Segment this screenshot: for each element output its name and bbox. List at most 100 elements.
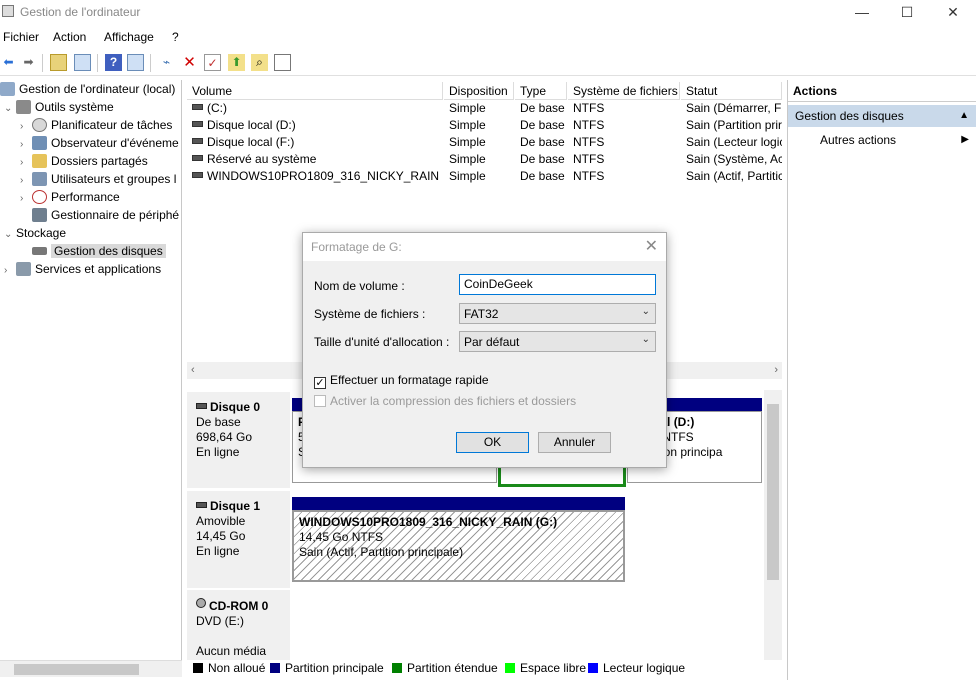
back-arrow-icon[interactable]: ⬅ <box>0 54 17 71</box>
tree-item-task-scheduler[interactable]: › Planificateur de tâches <box>20 116 172 134</box>
column-volume[interactable]: Volume <box>187 82 443 100</box>
quick-format-checkbox[interactable]: ✓ Effectuer un formatage rapide <box>314 373 489 389</box>
computer-management-icon <box>2 5 14 17</box>
collapse-icon[interactable]: ▲ <box>959 105 969 127</box>
tree-item-disk-management[interactable]: Gestion des disques <box>20 242 166 260</box>
disk-0-label[interactable]: Disque 0 De base 698,64 Go En ligne <box>187 392 290 488</box>
clock-icon <box>32 118 47 132</box>
users-icon <box>32 172 47 186</box>
volume-name-label: Nom de volume : <box>314 279 405 293</box>
tree-item-system-tools[interactable]: ⌄ Outils système <box>4 98 114 116</box>
legend-extended-partition: Partition étendue <box>392 661 498 675</box>
tools-icon <box>16 100 31 114</box>
export-icon[interactable]: ⬆ <box>228 54 245 71</box>
tree-item-device-manager[interactable]: Gestionnaire de périphé <box>20 206 179 224</box>
column-type[interactable]: Type <box>515 82 567 100</box>
window-title: Gestion de l'ordinateur <box>20 5 141 19</box>
up-folder-icon[interactable] <box>50 54 67 71</box>
disk-1-label[interactable]: Disque 1 Amovible 14,45 Go En ligne <box>187 491 290 588</box>
device-manager-icon <box>32 208 47 222</box>
menu-fichier[interactable]: Fichier <box>3 30 39 44</box>
chevron-down-icon: ⌄ <box>641 334 650 345</box>
tree-item-services-applications[interactable]: › Services et applications <box>4 260 161 278</box>
volume-icon <box>192 172 203 178</box>
ok-button[interactable]: OK <box>456 432 529 453</box>
expand-icon[interactable]: › <box>4 262 16 280</box>
menu-action[interactable]: Action <box>53 30 86 44</box>
performance-icon <box>32 190 47 204</box>
tree-item-users-groups[interactable]: › Utilisateurs et groupes l <box>20 170 176 188</box>
search-icon[interactable]: ⌕ <box>251 54 268 71</box>
tree-item-shared-folders[interactable]: › Dossiers partagés <box>20 152 148 170</box>
shared-folder-icon <box>32 154 47 168</box>
table-row[interactable]: Disque local (D:) <box>187 117 443 134</box>
cancel-button[interactable]: Annuler <box>538 432 611 453</box>
legend-unallocated: Non alloué <box>193 661 265 675</box>
scroll-left-icon[interactable]: ‹ <box>191 364 195 376</box>
column-status[interactable]: Statut <box>681 82 782 100</box>
dialog-title: Formatage de G: <box>303 233 666 261</box>
tree-item-performance[interactable]: › Performance <box>20 188 120 206</box>
volume-name-input[interactable]: CoinDeGeek <box>459 274 656 295</box>
column-disposition[interactable]: Disposition <box>444 82 514 100</box>
volume-icon <box>192 104 203 110</box>
checkmark-icon[interactable]: ✓ <box>314 377 326 389</box>
computer-icon <box>0 82 15 96</box>
volume-icon <box>192 155 203 161</box>
tree-item-storage[interactable]: ⌄ Stockage <box>4 224 66 242</box>
legend-free-space: Espace libre <box>505 661 586 675</box>
column-filesystem[interactable]: Système de fichiers <box>568 82 680 100</box>
disk-view-vertical-scrollbar[interactable] <box>764 390 782 660</box>
disk-list-icon[interactable] <box>274 54 291 71</box>
chevron-down-icon: ⌄ <box>641 306 650 317</box>
filesystem-label: Système de fichiers : <box>314 307 426 321</box>
event-viewer-icon <box>32 136 47 150</box>
navigation-tree: Gestion de l'ordinateur (local) ⌄ Outils … <box>0 80 182 660</box>
legend-primary-partition: Partition principale <box>270 661 384 675</box>
services-icon <box>16 262 31 276</box>
actions-section-disk-management[interactable]: Gestion des disques ▲ <box>788 105 976 127</box>
legend-logical-drive: Lecteur logique <box>588 661 685 675</box>
check-properties-icon[interactable]: ✓ <box>204 54 221 71</box>
close-button[interactable]: ✕ <box>943 3 963 21</box>
connect-icon[interactable]: ⌁ <box>158 54 175 71</box>
actions-pane: Actions Gestion des disques ▲ Autres act… <box>787 80 976 680</box>
disk-icon <box>196 403 207 409</box>
cdrom-label[interactable]: CD-ROM 0 DVD (E:) Aucun média <box>187 590 290 660</box>
table-row[interactable]: Disque local (F:) <box>187 134 443 151</box>
expand-icon[interactable]: ⌄ <box>4 100 16 118</box>
dialog-close-button[interactable]: ✕ <box>645 233 658 261</box>
scroll-right-icon[interactable]: › <box>774 364 778 376</box>
compression-checkbox: Activer la compression des fichiers et d… <box>314 394 576 408</box>
disk-1-partition-g[interactable]: WINDOWS10PRO1809_316_NICKY_RAIN (G:) 14,4… <box>292 510 625 582</box>
delete-icon[interactable]: ✕ <box>181 54 198 71</box>
menu-affichage[interactable]: Affichage <box>104 30 154 44</box>
table-row[interactable]: (C:) <box>187 100 443 117</box>
toolbar: ⬅ ➡ ? ⌁ ✕ ✓ ⬆ ⌕ <box>0 50 976 76</box>
table-row[interactable]: WINDOWS10PRO1809_316_NICKY_RAIN (G:) <box>187 168 443 185</box>
allocation-unit-label: Taille d'unité d'allocation : <box>314 335 450 349</box>
tree-horizontal-scrollbar[interactable] <box>0 660 182 677</box>
actions-header: Actions <box>788 80 976 102</box>
expand-icon[interactable]: ⌄ <box>4 226 16 244</box>
maximize-button[interactable]: ☐ <box>897 3 917 21</box>
tree-item-event-viewer[interactable]: › Observateur d'événeme <box>20 134 179 152</box>
table-row[interactable]: Réservé au système <box>187 151 443 168</box>
cd-icon <box>196 598 206 608</box>
submenu-arrow-icon: ▶ <box>961 134 969 145</box>
filesystem-select[interactable]: FAT32 ⌄ <box>459 303 656 324</box>
forward-arrow-icon[interactable]: ➡ <box>20 54 37 71</box>
minimize-button[interactable]: — <box>852 3 872 21</box>
disk-icon <box>32 247 47 255</box>
volume-icon <box>192 121 203 127</box>
format-dialog: Formatage de G: ✕ Nom de volume : CoinDe… <box>302 232 667 468</box>
disk-icon <box>196 502 207 508</box>
more-actions-item[interactable]: Autres actions ▶ <box>788 130 976 150</box>
allocation-unit-select[interactable]: Par défaut ⌄ <box>459 331 656 352</box>
menu-help[interactable]: ? <box>172 30 179 44</box>
properties-pane-icon[interactable] <box>127 54 144 71</box>
tree-item-computer-management[interactable]: Gestion de l'ordinateur (local) <box>0 80 175 98</box>
show-tree-icon[interactable] <box>74 54 91 71</box>
help-icon[interactable]: ? <box>105 54 122 71</box>
disk-1-partition-bar <box>292 497 625 510</box>
